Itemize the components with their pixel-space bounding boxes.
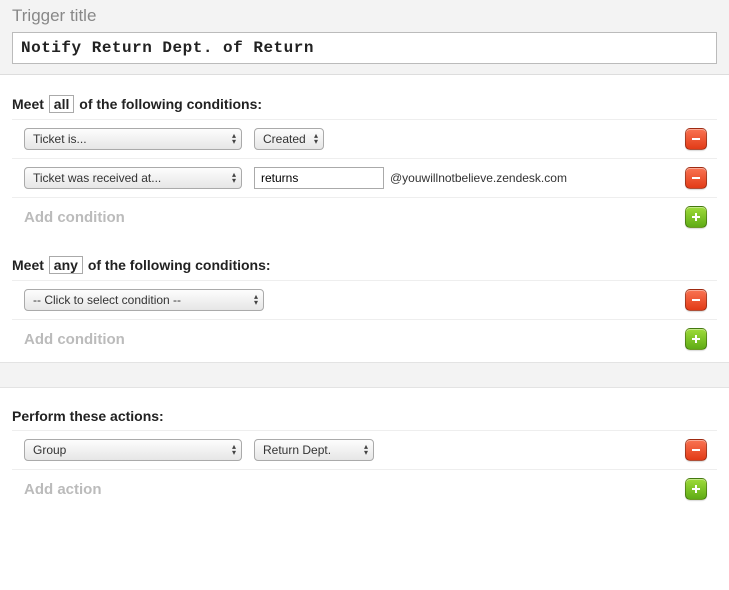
add-condition-label: Add condition — [14, 331, 685, 348]
chevron-updown-icon: ▴▾ — [314, 133, 318, 145]
trigger-title-label: Trigger title — [12, 6, 717, 26]
heading-suffix: of the following conditions: — [79, 96, 262, 112]
action-select[interactable]: Group ▴▾ — [24, 439, 242, 461]
email-domain-suffix: @youwillnotbelieve.zendesk.com — [390, 171, 567, 185]
add-condition-button[interactable] — [685, 328, 707, 350]
condition-value-input[interactable] — [254, 167, 384, 189]
condition-select-value: -- Click to select condition -- — [33, 293, 181, 307]
conditions-any-heading: Meet any of the following conditions: — [12, 256, 717, 274]
condition-row: Ticket was received at... ▴▾ @youwillnot… — [12, 158, 717, 197]
qualifier-all: all — [49, 95, 75, 113]
heading-prefix: Meet — [12, 96, 44, 112]
chevron-updown-icon: ▴▾ — [232, 172, 236, 184]
add-action-button[interactable] — [685, 478, 707, 500]
remove-condition-button[interactable] — [685, 289, 707, 311]
heading-suffix: of the following conditions: — [88, 257, 271, 273]
remove-action-button[interactable] — [685, 439, 707, 461]
add-condition-label: Add condition — [14, 209, 685, 226]
condition-select[interactable]: -- Click to select condition -- ▴▾ — [24, 289, 264, 311]
chevron-updown-icon: ▴▾ — [232, 133, 236, 145]
trigger-title-input[interactable] — [12, 32, 717, 64]
condition-select-value: Ticket was received at... — [33, 171, 161, 185]
chevron-updown-icon: ▴▾ — [232, 444, 236, 456]
heading-prefix: Meet — [12, 257, 44, 273]
minus-icon — [690, 294, 702, 306]
action-value-select-value: Return Dept. — [263, 443, 331, 457]
action-value-select[interactable]: Return Dept. ▴▾ — [254, 439, 374, 461]
chevron-updown-icon: ▴▾ — [254, 294, 258, 306]
plus-icon — [690, 211, 702, 223]
operator-select-value: Created — [263, 132, 306, 146]
condition-row: Ticket is... ▴▾ Created ▴▾ — [12, 119, 717, 158]
add-condition-row: Add condition — [12, 319, 717, 358]
chevron-updown-icon: ▴▾ — [364, 444, 368, 456]
add-action-row: Add action — [12, 469, 717, 508]
add-condition-button[interactable] — [685, 206, 707, 228]
plus-icon — [690, 483, 702, 495]
minus-icon — [690, 172, 702, 184]
actions-heading: Perform these actions: — [12, 408, 717, 424]
conditions-all-section: Meet all of the following conditions: Ti… — [0, 75, 729, 236]
add-action-label: Add action — [14, 481, 685, 498]
action-select-value: Group — [33, 443, 66, 457]
header: Trigger title — [0, 0, 729, 75]
condition-select[interactable]: Ticket was received at... ▴▾ — [24, 167, 242, 189]
action-row: Group ▴▾ Return Dept. ▴▾ — [12, 430, 717, 469]
add-condition-row: Add condition — [12, 197, 717, 236]
minus-icon — [690, 444, 702, 456]
conditions-all-heading: Meet all of the following conditions: — [12, 95, 717, 113]
remove-condition-button[interactable] — [685, 167, 707, 189]
qualifier-any: any — [49, 256, 83, 274]
actions-section: Perform these actions: Group ▴▾ Return D… — [0, 388, 729, 508]
condition-select[interactable]: Ticket is... ▴▾ — [24, 128, 242, 150]
conditions-any-section: Meet any of the following conditions: --… — [0, 236, 729, 358]
section-divider — [0, 362, 729, 388]
operator-select[interactable]: Created ▴▾ — [254, 128, 324, 150]
remove-condition-button[interactable] — [685, 128, 707, 150]
minus-icon — [690, 133, 702, 145]
plus-icon — [690, 333, 702, 345]
condition-select-value: Ticket is... — [33, 132, 87, 146]
condition-row: -- Click to select condition -- ▴▾ — [12, 280, 717, 319]
